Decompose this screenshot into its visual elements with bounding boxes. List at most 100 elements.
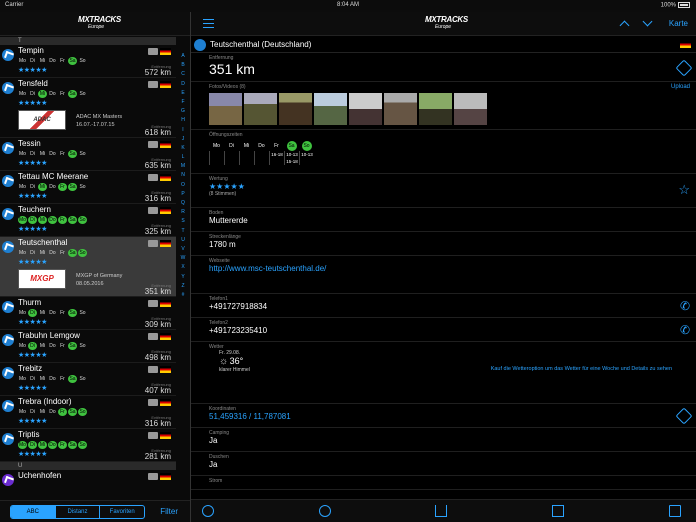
day-indicator: So: [79, 376, 86, 382]
camera-icon: [148, 141, 158, 148]
photo-thumbnail[interactable]: [349, 93, 382, 125]
alphabet-index[interactable]: A B C D E F G H I J K L M N O P Q R S T U V W X Y Z #: [177, 52, 189, 300]
track-pin-icon: [2, 241, 14, 253]
rating-votes: (8 Stimmen): [209, 191, 237, 197]
filter-button[interactable]: Filter: [160, 507, 178, 516]
alphabet-index-letter[interactable]: T: [177, 227, 189, 236]
alphabet-index-letter[interactable]: X: [177, 263, 189, 272]
share-icon[interactable]: [435, 505, 447, 517]
photo-thumbnail[interactable]: [419, 93, 452, 125]
alphabet-index-letter[interactable]: D: [177, 80, 189, 89]
track-list-item[interactable]: Teuchern Mo Di Mi Do Fr Sa So ★★★★★ Entfernung 325…: [0, 204, 176, 237]
alphabet-index-letter[interactable]: K: [177, 144, 189, 153]
sort-favorites-button[interactable]: Favoriten: [100, 506, 144, 518]
alphabet-index-letter[interactable]: F: [177, 98, 189, 107]
photo-thumbnail[interactable]: [244, 93, 277, 125]
track-list-item[interactable]: Triptis Mo Di Mi Do Fr Sa So ★★★★★ Entfernung 281 …: [0, 429, 176, 462]
alphabet-index-letter[interactable]: I: [177, 126, 189, 135]
compass-icon[interactable]: [319, 505, 331, 517]
sort-abc-button[interactable]: ABC: [11, 506, 56, 518]
photo-strip[interactable]: [209, 93, 696, 125]
alphabet-index-letter[interactable]: O: [177, 181, 189, 190]
alphabet-index-letter[interactable]: P: [177, 190, 189, 199]
menu-icon[interactable]: [203, 19, 214, 28]
edit-icon[interactable]: [552, 505, 564, 517]
globe-icon[interactable]: [202, 505, 214, 517]
alphabet-index-letter[interactable]: U: [177, 236, 189, 245]
alphabet-index-letter[interactable]: B: [177, 61, 189, 70]
alphabet-index-letter[interactable]: M: [177, 162, 189, 171]
alphabet-index-letter[interactable]: S: [177, 217, 189, 226]
alphabet-index-letter[interactable]: R: [177, 208, 189, 217]
track-list-item[interactable]: Uchenhofen: [0, 470, 176, 503]
coordinates-value[interactable]: 51,459316 / 11,787081: [209, 412, 696, 421]
rating-stars: ★★★★★: [18, 319, 47, 326]
phone-icon[interactable]: ✆: [680, 299, 690, 313]
photo-thumbnail[interactable]: [279, 93, 312, 125]
track-list-item[interactable]: Tensfeld Mo Di Mi Do Fr Sa So ★★★★★ Entfernung 618…: [0, 78, 176, 138]
distance-value: 635 km: [144, 161, 171, 170]
alphabet-index-letter[interactable]: #: [177, 291, 189, 300]
alphabet-index-letter[interactable]: J: [177, 135, 189, 144]
track-name: Thurm: [18, 298, 42, 307]
alphabet-index-letter[interactable]: W: [177, 254, 189, 263]
alphabet-index-letter[interactable]: C: [177, 70, 189, 79]
germany-flag-icon: [160, 333, 171, 340]
alphabet-index-letter[interactable]: Y: [177, 273, 189, 282]
sort-distance-button[interactable]: Distanz: [56, 506, 101, 518]
opening-hours-day: So 10-13: [299, 141, 314, 165]
map-button[interactable]: Karte: [669, 19, 688, 28]
photo-thumbnail[interactable]: [454, 93, 487, 125]
day-indicator: So: [79, 343, 86, 349]
alphabet-index-letter[interactable]: H: [177, 116, 189, 125]
weather-upgrade-link[interactable]: Kauf die Wetteroption um das Wetter für …: [491, 366, 672, 372]
track-detail-panel: MXTRACKS Europe Karte Teutschenthal (Deu…: [191, 12, 696, 522]
alphabet-index-letter[interactable]: G: [177, 107, 189, 116]
app-logo: MXTRACKS Europe: [78, 15, 121, 33]
phone-icon[interactable]: ✆: [680, 323, 690, 337]
track-list-item[interactable]: Trebitz Mo Di Mi Do Fr Sa So ★★★★★ Entfernung 407 …: [0, 363, 176, 396]
track-list-item[interactable]: Thurm Mo Di Mi Do Fr Sa So ★★★★★ Entfernung 309 km: [0, 297, 176, 330]
website-link[interactable]: http://www.msc-teutschenthal.de/: [209, 264, 696, 273]
day-indicator: Di: [30, 376, 35, 382]
phone1-value: +491727918834: [209, 302, 268, 311]
photo-thumbnail[interactable]: [209, 93, 242, 125]
alphabet-index-letter[interactable]: Z: [177, 282, 189, 291]
track-list[interactable]: T Tempin Mo Di Mi Do Fr Sa So ★★★★★ Entfernung 572…: [0, 37, 176, 511]
day-indicator: Fr: [58, 408, 67, 416]
alphabet-index-letter[interactable]: E: [177, 89, 189, 98]
camera-icon: [148, 399, 158, 406]
track-list-item[interactable]: Trebra (Indoor) Mo Di Mi Do Fr Sa So ★★★★★ Entfer…: [0, 396, 176, 429]
photo-thumbnail[interactable]: [384, 93, 417, 125]
alphabet-index-letter[interactable]: L: [177, 153, 189, 162]
day-indicator: Mi: [39, 376, 46, 382]
detail-scroll[interactable]: Teutschenthal (Deutschland) Entfernung 3…: [191, 37, 696, 499]
rating-stars: ★★★★★: [18, 451, 47, 458]
next-chevron-down-icon[interactable]: [642, 16, 653, 27]
rating-label: Wertung: [209, 176, 228, 182]
status-bar: Carrier 8:04 AM 100%: [0, 0, 696, 12]
showers-label: Duschen: [209, 454, 229, 460]
day-indicator: Mo: [19, 310, 26, 316]
alphabet-index-letter[interactable]: N: [177, 171, 189, 180]
track-list-item[interactable]: Teutschenthal Mo Di Mi Do Fr Sa So ★★★★★ Entfernu…: [0, 237, 176, 297]
alphabet-index-letter[interactable]: V: [177, 245, 189, 254]
track-name: Trebitz: [18, 364, 43, 373]
detail-title-row: Teutschenthal (Deutschland): [191, 37, 696, 53]
alphabet-index-letter[interactable]: A: [177, 52, 189, 61]
track-list-item[interactable]: Trabuhn Lemgow Mo Di Mi Do Fr Sa So ★★★★★ Entfern…: [0, 330, 176, 363]
previous-chevron-up-icon[interactable]: [619, 20, 630, 31]
photo-thumbnail[interactable]: [314, 93, 347, 125]
favorite-star-icon[interactable]: ☆: [678, 182, 690, 198]
open-days: Mo Di Mi Do Fr Sa So: [18, 342, 88, 350]
track-list-item[interactable]: Tessin Mo Di Mi Do Fr Sa So ★★★★★ Entfernung 635 k…: [0, 138, 176, 171]
rating-field: Wertung ★★★★★ (8 Stimmen) ☆: [191, 174, 696, 208]
upload-button[interactable]: Upload: [671, 84, 690, 90]
logo-tracks: TRACKS: [436, 15, 468, 24]
track-list-item[interactable]: Tettau MC Meerane Mo Di Mi Do Fr Sa So ★★★★★ Entf…: [0, 171, 176, 204]
track-list-item[interactable]: Tempin Mo Di Mi Do Fr Sa So ★★★★★ Entfernung 572 k…: [0, 45, 176, 78]
book-icon[interactable]: [669, 505, 681, 517]
alphabet-index-letter[interactable]: Q: [177, 199, 189, 208]
sort-segmented-control[interactable]: ABC Distanz Favoriten: [10, 505, 145, 519]
day-indicator: So: [78, 441, 87, 449]
